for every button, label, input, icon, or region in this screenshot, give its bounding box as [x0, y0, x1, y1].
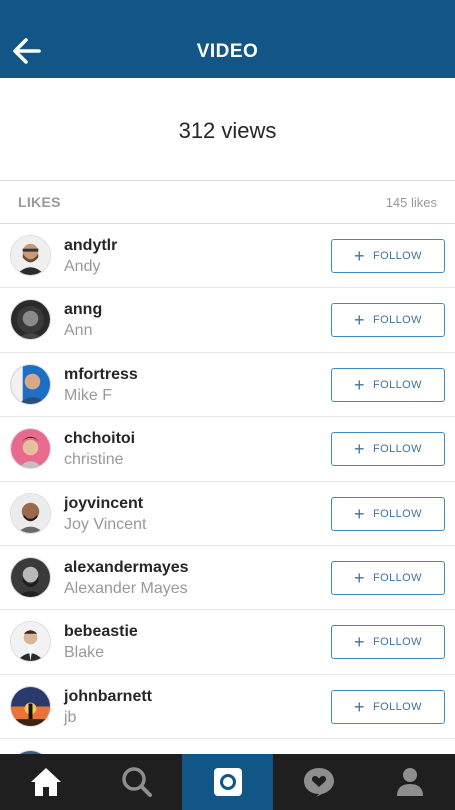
list-item[interactable]: mfortress Mike F + FOLLOW — [0, 353, 455, 418]
home-icon — [30, 768, 61, 796]
likes-count: 145 likes — [385, 195, 437, 210]
views-count: 312 views — [178, 118, 277, 143]
follow-label: FOLLOW — [373, 636, 422, 649]
plus-icon: + — [354, 696, 365, 717]
full-name: christine — [64, 451, 124, 469]
follow-button[interactable]: + FOLLOW — [331, 367, 445, 402]
bottom-tab-bar — [0, 754, 455, 810]
follow-label: FOLLOW — [373, 507, 422, 520]
list-item[interactable]: bebeastie Blake + FOLLOW — [0, 610, 455, 675]
top-bar: VIDEO — [0, 0, 455, 78]
follow-button[interactable]: + FOLLOW — [331, 689, 445, 724]
likes-title: LIKES — [18, 194, 61, 210]
tab-search[interactable] — [91, 754, 182, 810]
full-name: Ann — [64, 322, 93, 340]
username[interactable]: joyvincent — [64, 495, 143, 513]
follow-button[interactable]: + FOLLOW — [331, 303, 445, 338]
list-item[interactable]: chchoitoi christine + FOLLOW — [0, 417, 455, 482]
username[interactable]: mfortress — [64, 366, 138, 384]
username[interactable]: johnbarnett — [64, 688, 152, 706]
full-name: Andy — [64, 258, 101, 275]
full-name: Mike F — [64, 386, 112, 404]
plus-icon: + — [354, 439, 365, 460]
tab-camera[interactable] — [182, 754, 273, 810]
avatar[interactable] — [10, 492, 51, 534]
avatar[interactable] — [10, 299, 51, 341]
likes-header: LIKES 145 likes — [0, 180, 455, 224]
avatar[interactable] — [10, 621, 51, 663]
activity-heart-icon — [303, 768, 334, 797]
tab-profile[interactable] — [364, 754, 455, 810]
tab-activity[interactable] — [273, 754, 364, 810]
username[interactable]: bebeastie — [64, 623, 138, 641]
list-item[interactable]: johnbarnett jb + FOLLOW — [0, 675, 455, 740]
follow-label: FOLLOW — [373, 378, 422, 391]
full-name: Blake — [64, 644, 105, 662]
plus-icon: + — [354, 246, 365, 266]
page-title: VIDEO — [196, 41, 259, 62]
username[interactable]: chchoitoi — [64, 430, 135, 448]
follow-label: FOLLOW — [373, 700, 422, 713]
full-name: jb — [64, 708, 77, 726]
list-item[interactable]: joyvincent Joy Vincent + FOLLOW — [0, 482, 455, 546]
avatar[interactable] — [10, 556, 51, 598]
avatar[interactable] — [10, 428, 51, 470]
follow-label: FOLLOW — [373, 443, 422, 456]
plus-icon: + — [354, 374, 365, 395]
camera-icon — [213, 768, 242, 796]
plus-icon: + — [354, 632, 365, 653]
follow-label: FOLLOW — [373, 250, 422, 262]
follow-label: FOLLOW — [373, 571, 422, 584]
list-item[interactable]: andytlr Andy + FOLLOW — [0, 224, 455, 289]
avatar[interactable] — [10, 363, 51, 405]
list-item[interactable] — [0, 739, 455, 754]
likes-list[interactable]: andytlr Andy + FOLLOW anng Ann + FOLLOW … — [0, 224, 455, 754]
follow-label: FOLLOW — [373, 314, 422, 327]
plus-icon: + — [354, 310, 365, 331]
avatar[interactable] — [10, 685, 51, 727]
list-item[interactable]: anng Ann + FOLLOW — [0, 288, 455, 353]
plus-icon: + — [354, 503, 365, 524]
tab-home[interactable] — [0, 754, 91, 810]
username[interactable]: andytlr — [64, 237, 117, 255]
search-icon — [121, 767, 152, 797]
follow-button[interactable]: + FOLLOW — [331, 496, 445, 531]
username[interactable]: alexandermayes — [64, 559, 189, 577]
list-item[interactable]: alexandermayes Alexander Mayes + FOLLOW — [0, 546, 455, 611]
follow-button[interactable]: + FOLLOW — [331, 239, 445, 273]
avatar[interactable] — [10, 235, 51, 276]
profile-icon — [396, 768, 423, 796]
username[interactable]: anng — [64, 301, 102, 319]
views-section: 312 views — [0, 78, 455, 180]
follow-button[interactable]: + FOLLOW — [331, 432, 445, 467]
full-name: Alexander Mayes — [64, 579, 188, 597]
follow-button[interactable]: + FOLLOW — [331, 560, 445, 595]
follow-button[interactable]: + FOLLOW — [331, 625, 445, 660]
plus-icon: + — [354, 567, 365, 588]
full-name: Joy Vincent — [64, 515, 147, 533]
